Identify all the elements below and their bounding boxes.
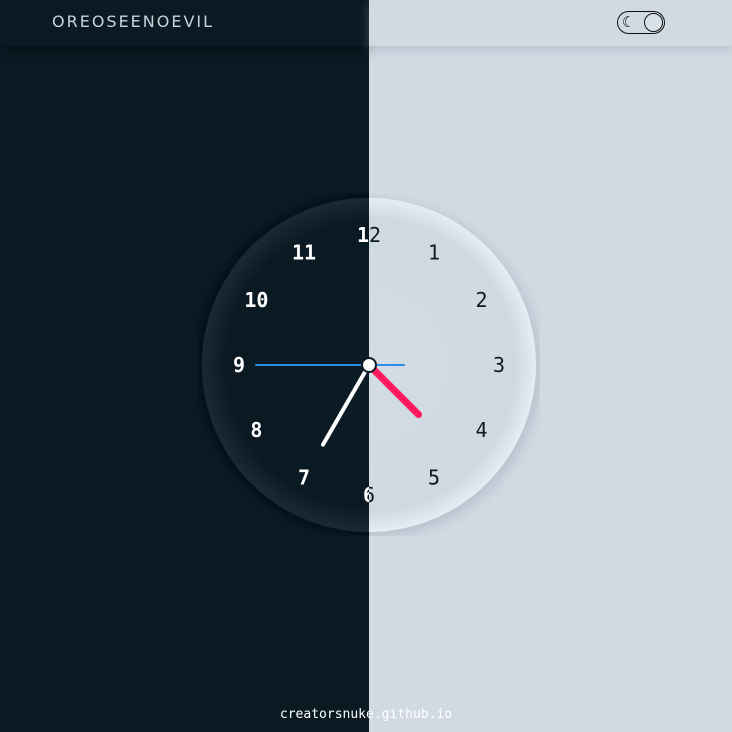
clock-number-2: 2 — [476, 288, 488, 312]
header: OREOSEENOEVIL ☾ — [0, 0, 732, 46]
clock-number-4: 4 — [476, 418, 488, 442]
clock-number-7: 7 — [298, 466, 310, 490]
moon-icon: ☾ — [622, 13, 632, 31]
clock-face: 121211223344556677889910101111 — [201, 197, 540, 536]
header-light-half — [369, 0, 732, 46]
footer-credit: creatorsnuke.github.io — [279, 707, 453, 722]
clock-center-cap — [361, 357, 377, 373]
clock-number-10: 10 — [244, 288, 268, 312]
clock-number-5: 5 — [428, 466, 440, 490]
clock-number-11: 11 — [292, 240, 316, 264]
clock: 121211223344556677889910101111 — [197, 193, 540, 536]
clock-number-3: 3 — [493, 353, 505, 377]
theme-toggle[interactable]: ☾ — [617, 11, 665, 34]
clock-number-8: 8 — [250, 418, 262, 442]
toggle-knob — [644, 13, 663, 32]
clock-number-9: 9 — [233, 353, 245, 377]
clock-number-1: 1 — [428, 240, 440, 264]
brand-title: OREOSEENOEVIL — [52, 12, 215, 31]
